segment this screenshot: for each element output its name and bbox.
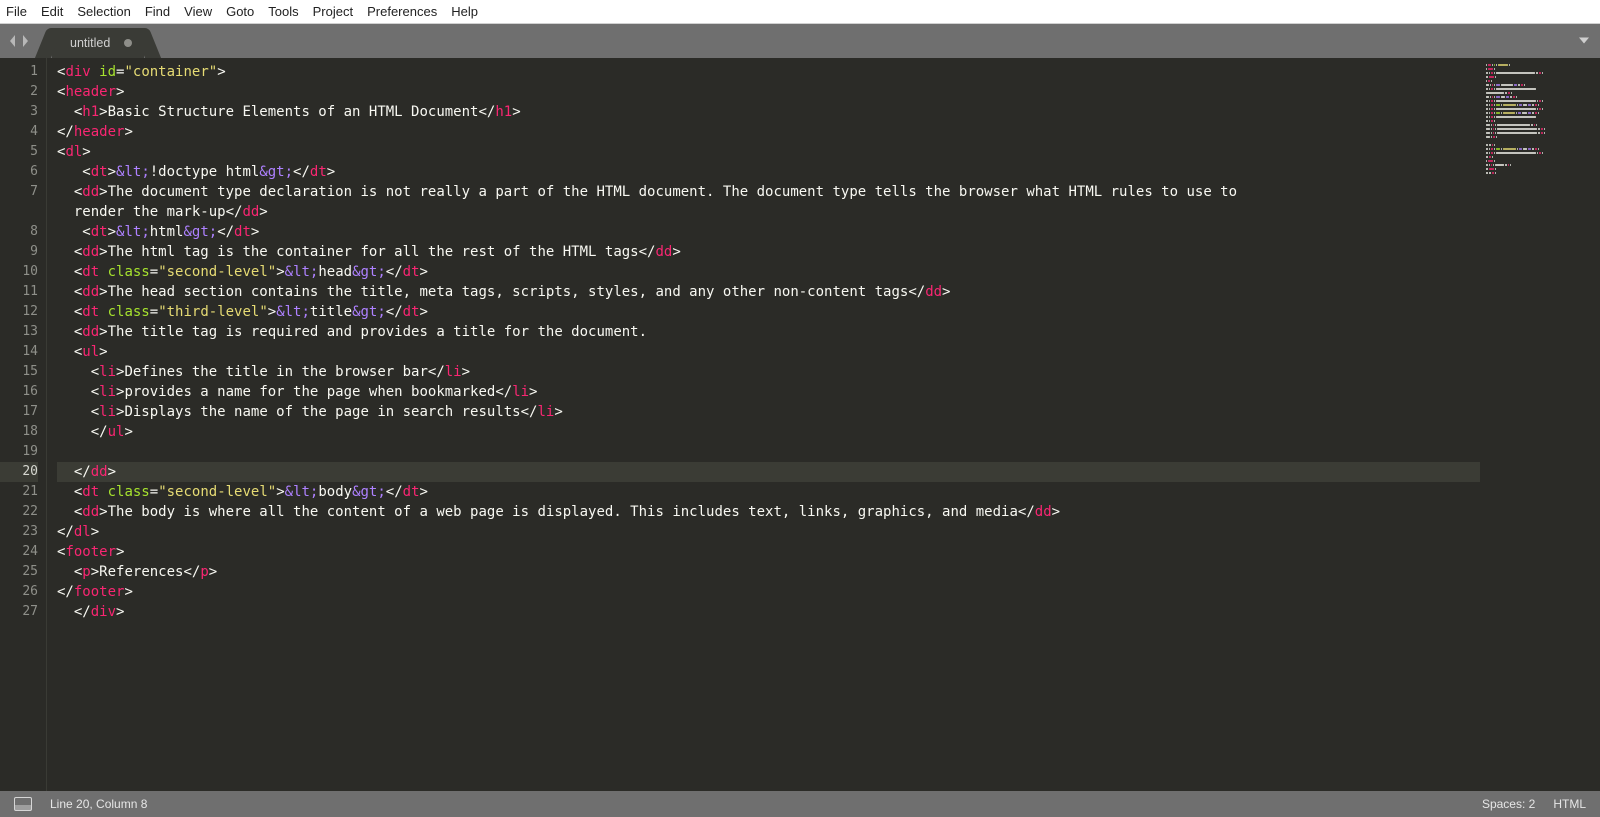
- nav-forward-icon: [20, 34, 30, 48]
- menu-find[interactable]: Find: [145, 4, 170, 19]
- code-line: <dt class="second-level">&lt;head&gt;</d…: [57, 262, 1480, 282]
- chevron-down-icon: [1578, 35, 1590, 47]
- line-number: 15: [0, 362, 38, 382]
- menu-preferences[interactable]: Preferences: [367, 4, 437, 19]
- status-bar: Line 20, Column 8 Spaces: 2 HTML: [0, 791, 1600, 817]
- line-number: 26: [0, 582, 38, 602]
- code-line: </header>: [57, 122, 1480, 142]
- menu-bar: File Edit Selection Find View Goto Tools Projec…: [0, 0, 1600, 24]
- panel-toggle-icon[interactable]: [14, 797, 32, 811]
- menu-file[interactable]: File: [6, 4, 27, 19]
- menu-view[interactable]: View: [184, 4, 212, 19]
- line-number: 8: [0, 222, 38, 242]
- code-line: </dl>: [57, 522, 1480, 542]
- code-line: <header>: [57, 82, 1480, 102]
- indentation-setting[interactable]: Spaces: 2: [1482, 797, 1535, 811]
- cursor-position[interactable]: Line 20, Column 8: [50, 797, 147, 811]
- line-number: 19: [0, 442, 38, 462]
- code-line: <dd>The body is where all the content of…: [57, 502, 1480, 522]
- code-line: <p>References</p>: [57, 562, 1480, 582]
- menu-edit[interactable]: Edit: [41, 4, 63, 19]
- code-line: </footer>: [57, 582, 1480, 602]
- tab-overflow-button[interactable]: [1578, 32, 1590, 51]
- code-line: <dt>&lt;html&gt;</dt>: [57, 222, 1480, 242]
- tab-bar: untitled: [0, 24, 1600, 58]
- editor-area: 1234567891011121314151617181920212223242…: [0, 58, 1600, 791]
- line-number: 12: [0, 302, 38, 322]
- code-line: <li>provides a name for the page when bo…: [57, 382, 1480, 402]
- code-line: </ul>: [57, 422, 1480, 442]
- code-editor[interactable]: <div id="container"><header> <h1>Basic S…: [47, 58, 1480, 791]
- line-number: 27: [0, 602, 38, 622]
- line-number: 1: [0, 62, 38, 82]
- code-line: render the mark-up</dd>: [57, 202, 1480, 222]
- code-line: <dt>&lt;!doctype html&gt;</dt>: [57, 162, 1480, 182]
- line-number: 18: [0, 422, 38, 442]
- line-number: 4: [0, 122, 38, 142]
- code-line: [57, 442, 1480, 462]
- unsaved-indicator-icon: [124, 39, 132, 47]
- line-number: 22: [0, 502, 38, 522]
- file-tab-title: untitled: [70, 36, 110, 50]
- line-number: 6: [0, 162, 38, 182]
- line-number: 7: [0, 182, 38, 202]
- line-number: 3: [0, 102, 38, 122]
- line-number: 17: [0, 402, 38, 422]
- line-number: 25: [0, 562, 38, 582]
- menu-help[interactable]: Help: [451, 4, 478, 19]
- line-number: 23: [0, 522, 38, 542]
- nav-back-icon: [8, 34, 18, 48]
- code-line: </div>: [57, 602, 1480, 622]
- code-line: <dt class="second-level">&lt;body&gt;</d…: [57, 482, 1480, 502]
- line-number: 16: [0, 382, 38, 402]
- code-line: <li>Defines the title in the browser bar…: [57, 362, 1480, 382]
- code-line: <dl>: [57, 142, 1480, 162]
- line-number: 2: [0, 82, 38, 102]
- minimap[interactable]: [1480, 58, 1600, 791]
- menu-project[interactable]: Project: [313, 4, 353, 19]
- line-number: 5: [0, 142, 38, 162]
- line-number: 21: [0, 482, 38, 502]
- line-number: 14: [0, 342, 38, 362]
- line-number: [0, 202, 38, 222]
- line-number: 11: [0, 282, 38, 302]
- code-line: <dd>The document type declaration is not…: [57, 182, 1480, 202]
- line-number: 9: [0, 242, 38, 262]
- code-line: <footer>: [57, 542, 1480, 562]
- line-number: 20: [0, 462, 38, 482]
- line-number-gutter[interactable]: 1234567891011121314151617181920212223242…: [0, 58, 47, 791]
- menu-goto[interactable]: Goto: [226, 4, 254, 19]
- code-line: <div id="container">: [57, 62, 1480, 82]
- code-line: <dd>The html tag is the container for al…: [57, 242, 1480, 262]
- menu-tools[interactable]: Tools: [268, 4, 298, 19]
- file-tab-active[interactable]: untitled: [52, 28, 144, 58]
- line-number: 10: [0, 262, 38, 282]
- line-number: 13: [0, 322, 38, 342]
- tab-history-nav[interactable]: [0, 24, 38, 58]
- code-line: <dt class="third-level">&lt;title&gt;</d…: [57, 302, 1480, 322]
- code-line: <ul>: [57, 342, 1480, 362]
- code-line: <li>Displays the name of the page in sea…: [57, 402, 1480, 422]
- line-number: 24: [0, 542, 38, 562]
- code-line: </dd>: [57, 462, 1480, 482]
- code-line: <dd>The title tag is required and provid…: [57, 322, 1480, 342]
- code-line: <h1>Basic Structure Elements of an HTML …: [57, 102, 1480, 122]
- syntax-mode[interactable]: HTML: [1553, 797, 1586, 811]
- menu-selection[interactable]: Selection: [77, 4, 130, 19]
- code-line: <dd>The head section contains the title,…: [57, 282, 1480, 302]
